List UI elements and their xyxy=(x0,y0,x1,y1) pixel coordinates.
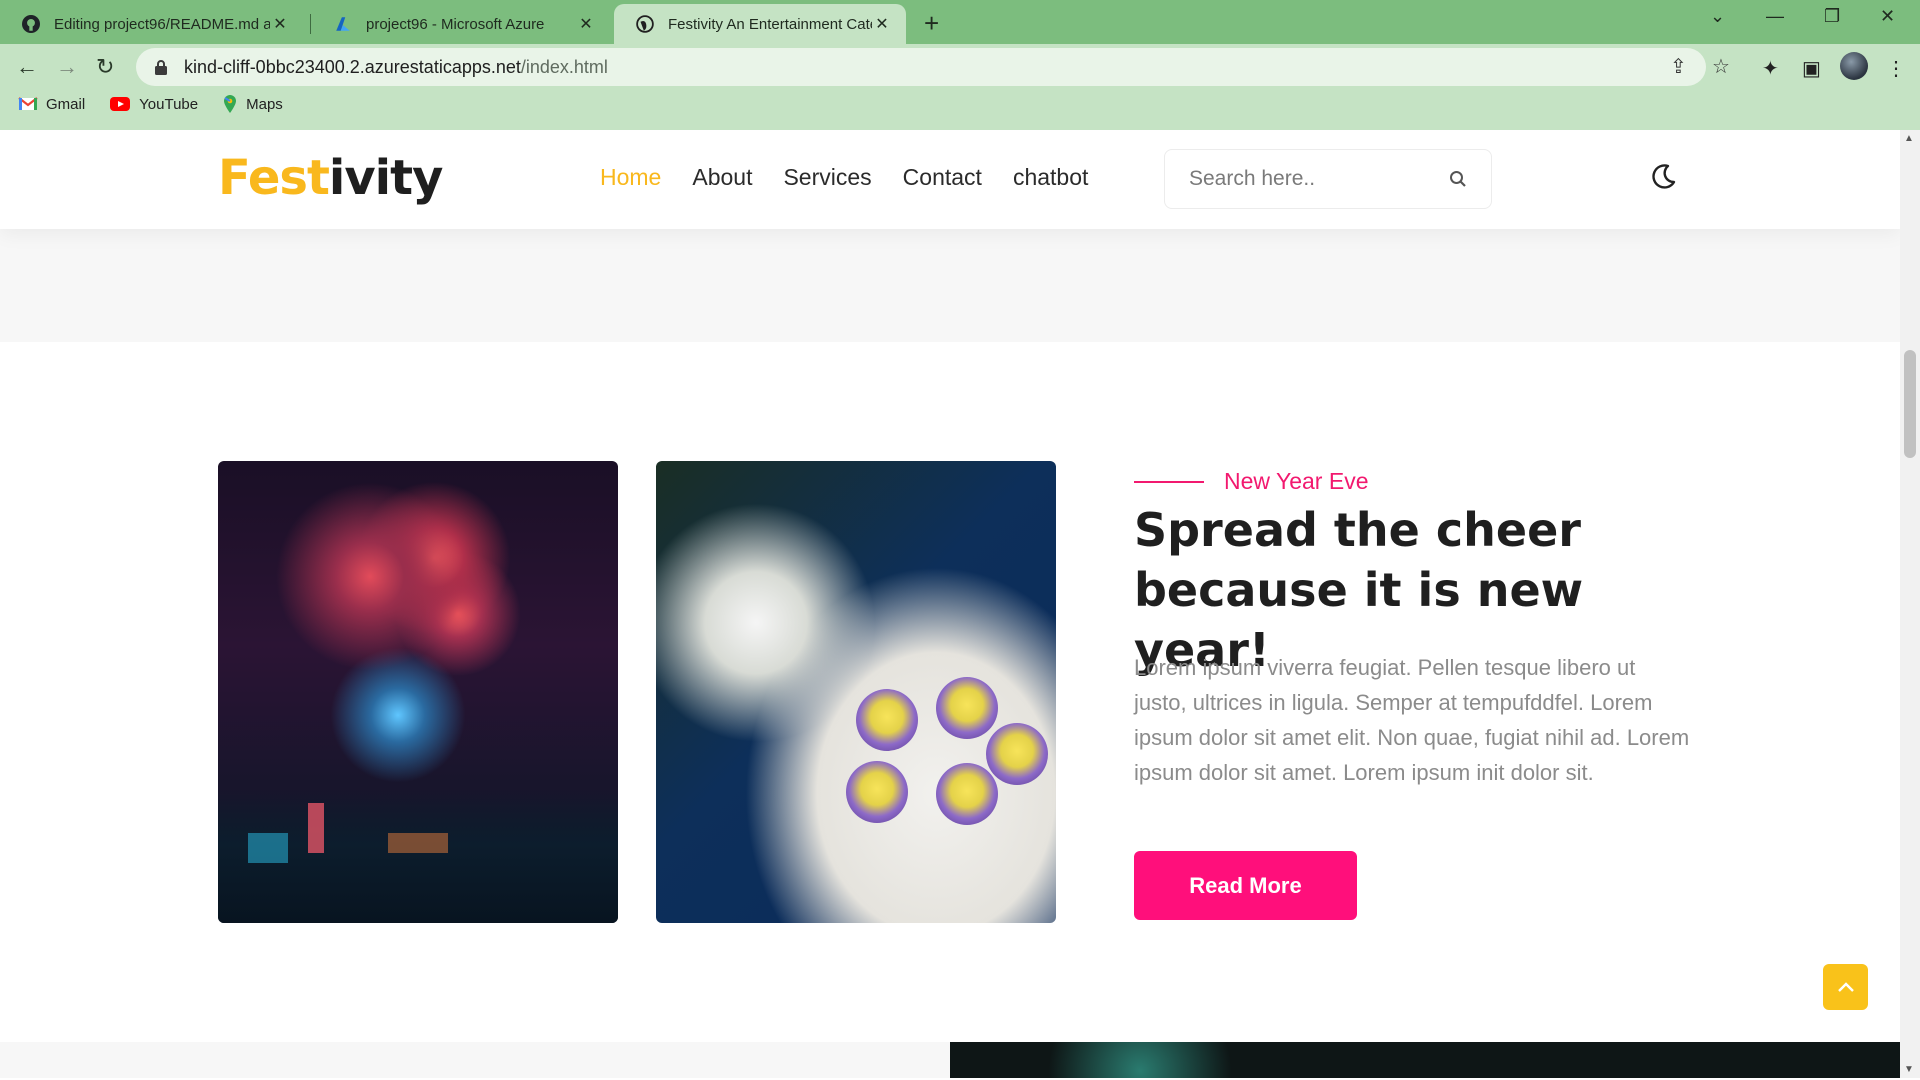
search-placeholder: Search here.. xyxy=(1189,167,1316,190)
menu-kebab-icon[interactable]: ⋮ xyxy=(1886,56,1906,81)
section-paragraph: Lorem ipsum viverra feugiat. Pellen tesq… xyxy=(1134,655,1690,785)
side-panel-icon[interactable]: ▣ xyxy=(1802,56,1821,81)
maps-icon xyxy=(224,95,237,113)
gmail-icon xyxy=(18,97,38,110)
web-page: Festivity Home About Services Contact ch… xyxy=(0,130,1900,1078)
browser-toolbar: ← → ↻ kind-cliff-0bbc23400.2.azurestatic… xyxy=(0,44,1920,130)
extensions-puzzle-icon[interactable]: ✦ xyxy=(1762,56,1779,81)
url-path: /index.html xyxy=(520,56,608,77)
cupcake xyxy=(986,723,1048,785)
scroll-up-arrow-icon[interactable]: ▲ xyxy=(1904,133,1914,144)
forward-arrow-icon[interactable]: → xyxy=(56,54,78,80)
azure-icon xyxy=(336,17,350,31)
building-light xyxy=(248,833,288,863)
cupcakes-image xyxy=(656,461,1056,923)
youtube-icon xyxy=(110,97,131,111)
bookmark-label: Gmail xyxy=(46,95,86,113)
address-bar[interactable]: kind-cliff-0bbc23400.2.azurestaticapps.n… xyxy=(136,48,1706,86)
previous-section-band xyxy=(0,229,1900,342)
bookmark-star-icon[interactable]: ☆ xyxy=(1712,54,1730,79)
bookmark-gmail[interactable]: Gmail xyxy=(18,96,85,113)
minimize-icon[interactable]: — xyxy=(1766,6,1784,27)
next-section-left xyxy=(0,1042,950,1078)
nav-contact[interactable]: Contact xyxy=(903,164,982,191)
next-section-image xyxy=(950,1042,1900,1078)
cupcake xyxy=(936,763,998,825)
browser-tab-github[interactable]: Editing project96/README.md at ✕ xyxy=(0,4,304,44)
restore-icon[interactable]: ❐ xyxy=(1824,6,1840,27)
url-host: kind-cliff-0bbc23400.2.azurestaticapps.n… xyxy=(184,56,521,77)
lock-icon xyxy=(155,60,167,75)
profile-avatar[interactable] xyxy=(1840,52,1868,80)
github-icon xyxy=(22,15,40,33)
chevron-up-icon xyxy=(1837,982,1854,992)
close-icon[interactable]: ✕ xyxy=(270,14,290,34)
close-window-icon[interactable]: ✕ xyxy=(1880,6,1895,27)
eyebrow-line xyxy=(1134,480,1204,483)
cupcake xyxy=(856,689,918,751)
tab-title: Editing project96/README.md at xyxy=(54,15,270,33)
site-logo[interactable]: Festivity xyxy=(218,150,443,206)
bookmarks-bar: Gmail YouTube Maps xyxy=(18,94,283,114)
close-icon[interactable]: ✕ xyxy=(872,14,892,34)
back-to-top-button[interactable] xyxy=(1823,964,1868,1010)
share-icon[interactable]: ⇪ xyxy=(1670,54,1687,79)
nav-chatbot[interactable]: chatbot xyxy=(1013,164,1088,191)
globe-icon xyxy=(636,15,654,33)
tab-divider xyxy=(310,14,311,34)
nav-about[interactable]: About xyxy=(692,164,752,191)
read-more-button[interactable]: Read More xyxy=(1134,851,1357,920)
new-tab-plus-icon[interactable]: + xyxy=(924,8,939,39)
logo-part-dark: ivity xyxy=(328,150,443,206)
building-light xyxy=(308,803,324,853)
scrollbar-thumb[interactable] xyxy=(1904,350,1916,458)
eyebrow-text: New Year Eve xyxy=(1224,468,1369,494)
bookmark-youtube[interactable]: YouTube xyxy=(109,96,198,113)
bookmark-maps[interactable]: Maps xyxy=(222,94,283,114)
logo-part-yellow: Fest xyxy=(218,150,330,206)
nav-home[interactable]: Home xyxy=(600,164,661,191)
reload-icon[interactable]: ↻ xyxy=(96,54,114,80)
tab-title: project96 - Microsoft Azure xyxy=(366,15,545,33)
browser-tab-festivity[interactable]: Festivity An Entertainment Categ ✕ xyxy=(614,4,906,44)
cupcake xyxy=(846,761,908,823)
close-icon[interactable]: ✕ xyxy=(576,14,596,34)
tab-search-chevron-icon[interactable]: ⌄ xyxy=(1710,6,1725,27)
moon-icon[interactable] xyxy=(1648,162,1678,192)
tab-title: Festivity An Entertainment Categ xyxy=(668,15,872,33)
search-icon[interactable] xyxy=(1449,170,1467,188)
cupcake xyxy=(936,677,998,739)
scroll-down-arrow-icon[interactable]: ▼ xyxy=(1904,1064,1914,1075)
search-input[interactable]: Search here.. xyxy=(1164,149,1492,209)
bookmark-label: YouTube xyxy=(139,95,199,113)
building-light xyxy=(388,833,448,853)
bookmark-label: Maps xyxy=(246,95,283,113)
site-header: Festivity Home About Services Contact ch… xyxy=(0,130,1900,229)
back-arrow-icon[interactable]: ← xyxy=(16,54,38,80)
page-scrollbar[interactable] xyxy=(1900,130,1920,1078)
nav-services[interactable]: Services xyxy=(783,164,871,191)
browser-tab-bar: Editing project96/README.md at ✕ project… xyxy=(0,0,1920,44)
section-eyebrow: New Year Eve xyxy=(1134,468,1368,495)
main-nav: Home About Services Contact chatbot xyxy=(600,164,1088,191)
browser-tab-azure[interactable]: project96 - Microsoft Azure ✕ xyxy=(312,4,610,44)
fireworks-image xyxy=(218,461,618,923)
